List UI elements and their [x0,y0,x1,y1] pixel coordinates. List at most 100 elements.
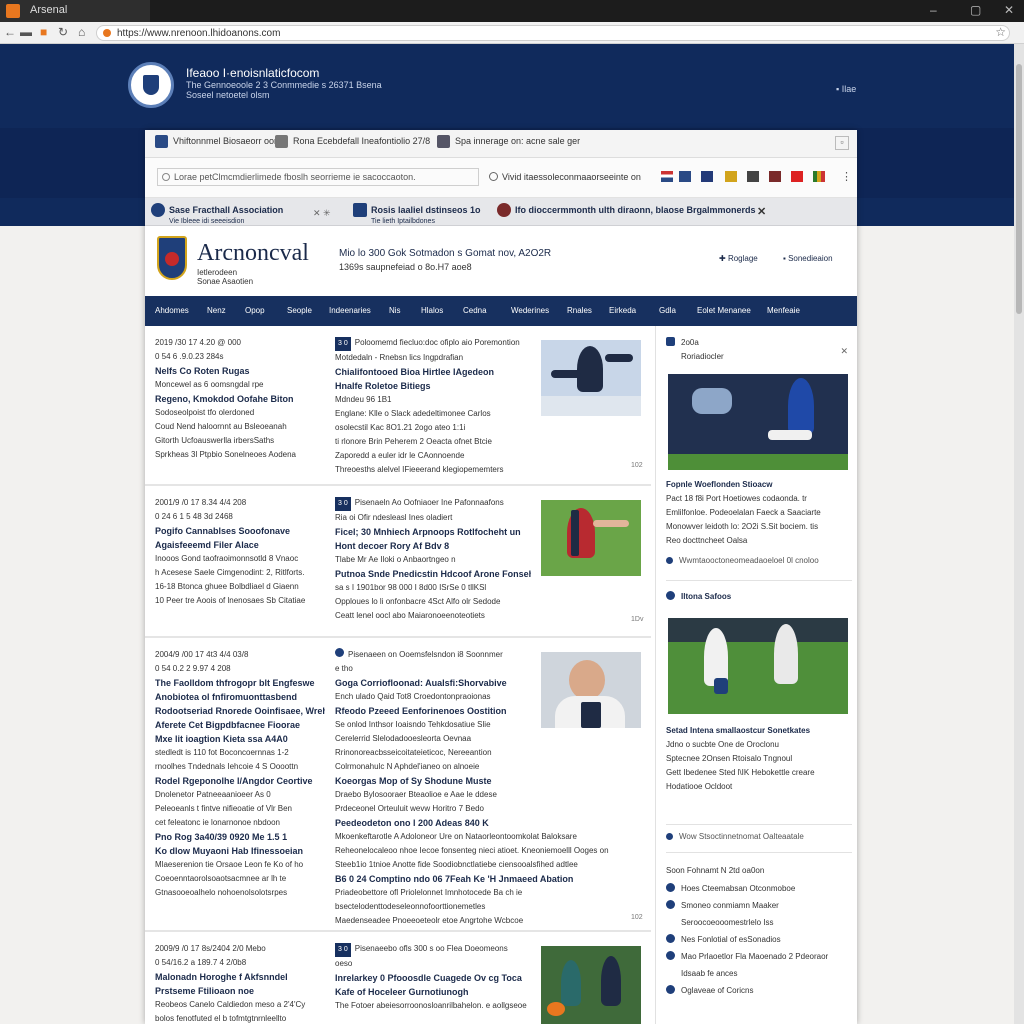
flag-icon[interactable] [769,171,781,182]
notice-item-1[interactable]: Sase Fracthall Association Vie Ibleee idi… [151,203,283,225]
nav-item[interactable]: Hlalos [421,306,443,315]
nav-item[interactable]: Rnales [567,306,592,315]
close-icon[interactable]: ✕ [757,205,766,218]
more-icon[interactable]: ⋮ [841,170,852,183]
nav-item[interactable]: Ahdomes [155,306,189,315]
close-icon[interactable]: ▫ [835,136,849,150]
lock-icon [103,29,111,37]
nav-item[interactable]: Opop [245,306,265,315]
list-item[interactable]: Nes Fonlotial of esSonadios [666,933,852,947]
close-window-icon[interactable]: ✕ [1004,3,1014,17]
page-scrollbar[interactable] [1014,44,1024,1024]
sidebar-photo-2[interactable] [668,618,848,714]
nav-item[interactable]: Indeenaries [329,306,371,315]
site-crest-icon[interactable] [128,62,174,108]
nav-item[interactable]: Seople [287,306,312,315]
flag-icon[interactable] [701,171,713,182]
content-window: Vhiftonnmel Biosaeorr oom Rona Ecebdefal… [145,130,857,1024]
news-story[interactable]: 2019 /30 17 4.20 @ 000 0 54 6 .9.0.23 28… [145,326,651,486]
folder-icon[interactable]: ■ [40,25,47,39]
site-title: Ifeaoo I·enoisnlaticfocom [186,66,320,80]
maximize-icon[interactable]: ▢ [970,3,981,17]
story-page-num: 1Dv [631,616,644,623]
nav-item[interactable]: Menfeaie [767,306,800,315]
address-bar[interactable]: https://www.nrenoon.lhidoanons.com [96,25,1010,41]
nav-item[interactable]: Nis [389,306,401,315]
news-story[interactable]: 2001/9 /0 17 8.34 4/4 208 0 24 6 1 5 48 … [145,486,651,638]
site-subtitle-2: Soseel netoetel olsm [186,90,270,100]
list-item[interactable]: Seroocoeooomestrlelo Iss [666,916,852,930]
story-photo[interactable] [541,340,641,416]
home-icon[interactable]: ⌂ [78,25,85,39]
notice-item-3[interactable]: Ifo dioccermmonth ulth diraonn, blaose B… [497,203,756,217]
news-story[interactable]: 2004/9 /00 17 4t3 4/4 03/8 0 54 0.2 2 9.… [145,638,651,932]
nav-item[interactable]: Eirkeda [609,306,636,315]
flag-icon[interactable] [791,171,803,182]
search-input[interactable]: Lorae petClmcmdierlimede fboslh seorriem… [157,168,479,186]
nav-item[interactable]: Wederines [511,306,549,315]
news-story[interactable]: 2009/9 /0 17 8s/2404 2/0 Mebo 0 54/16.2 … [145,932,651,1024]
brand-name: Arcnoncval [197,240,309,266]
globe-icon [489,172,498,181]
link-icon [666,557,673,564]
story-photo[interactable] [541,946,641,1024]
list-item[interactable]: Idsaab fe ances [666,967,852,981]
flag-icon[interactable] [747,171,759,182]
sidebar-photo[interactable] [668,374,848,470]
sidebar-link[interactable]: Wow Stsoctinnetnomat Oalteaatale [666,830,852,844]
url-text: https://www.nrenoon.lhidoanons.com [117,28,281,39]
story-page-num: 102 [631,914,643,921]
ball-icon [666,900,675,909]
brand-date: Mio lo 300 Gok Sotmadon s Gomat nov, A2O… [339,248,552,259]
register-link[interactable]: ✚ Roglage [719,254,758,263]
list-item[interactable]: Hoes Cteemabsan Otconmoboe [666,882,852,896]
nav-item[interactable]: Eolet Menanee [697,306,751,315]
crest-icon [497,203,511,217]
story-summary: 2019 /30 17 4.20 @ 000 0 54 6 .9.0.23 28… [155,338,296,459]
sidebar-card-body-2[interactable]: Setad Intena smallaostcur Sonetkates Jdn… [666,724,852,794]
flag-icon[interactable] [725,171,737,182]
browser-toolbar: ← ▬ ■ ↻ ⌂ https://www.nrenoon.lhidoanons… [0,22,1024,44]
close-icon[interactable]: ✕ [840,346,848,357]
nav-item[interactable]: Gdla [659,306,676,315]
list-item[interactable]: Oglaveae of Coricns [666,984,852,998]
list-item[interactable]: Mao Prlaoetlor Fla Maoenado 2 Pdeoraor [666,950,852,964]
reload-icon[interactable]: ↻ [58,25,68,39]
site-header-link[interactable]: ▪ Ilae [836,84,856,94]
story-tag: 3 0 [335,497,351,511]
browser-titlebar: Arsenal – ▢ ✕ [0,0,1024,22]
notice-item-2[interactable]: Rosis laaliel dstinseos 1o Tie lieth Ipta… [353,203,481,225]
brand-subtitle-2: Sonae Asaotien [197,277,254,286]
nav-item[interactable]: Nenz [207,306,226,315]
flag-icon[interactable] [661,171,673,182]
news-feed: 2019 /30 17 4.20 @ 000 0 54 6 .9.0.23 28… [145,326,651,1024]
ball-icon [666,934,675,943]
story-page-num: 102 [631,462,643,469]
sidebar-section-title[interactable]: Iltona Safoos [666,590,852,604]
inner-tab-2[interactable]: Rona Ecebdefall Ineafontiolio 27/8 [275,135,430,148]
list-item[interactable]: Smoneo conmiamn Maaker [666,899,852,913]
flag-icon[interactable] [813,171,825,182]
inner-tab-3[interactable]: Spa innerage on: acne sale ger [437,135,580,148]
flag-icon[interactable] [679,171,691,182]
story-photo[interactable] [541,652,641,728]
story-photo[interactable] [541,500,641,576]
crest-icon [437,135,450,148]
inner-tab-1[interactable]: Vhiftonnmel Biosaeorr oom [155,135,282,148]
toolbar-link[interactable]: Vivid itaessoleconmaaorseeinte on [489,172,641,182]
subscribe-link[interactable]: ▪ Sonedieaion [783,254,833,263]
close-icon[interactable]: ✕ ✳ [313,208,331,219]
sidebar-card-header: 2o0a Roriadiocler ✕ [666,336,852,364]
sidebar-divider [666,580,852,581]
sidebar-card-body[interactable]: Fopnle Woeflonden Stioacw Pact 18 f8i Po… [666,478,852,568]
back-icon[interactable]: ← [4,25,16,39]
minimize-icon[interactable]: – [930,3,937,17]
inner-tab-bar: Vhiftonnmel Biosaeorr oom Rona Ecebdefal… [145,130,857,158]
star-icon[interactable]: ☆ [995,25,1006,39]
scrollbar-thumb[interactable] [1016,64,1022,314]
nav-item[interactable]: Cedna [463,306,487,315]
forward-icon[interactable]: ▬ [20,25,32,39]
browser-tab[interactable]: Arsenal [0,0,150,22]
club-crest-icon[interactable] [157,236,187,280]
story-tag: 3 0 [335,337,351,351]
